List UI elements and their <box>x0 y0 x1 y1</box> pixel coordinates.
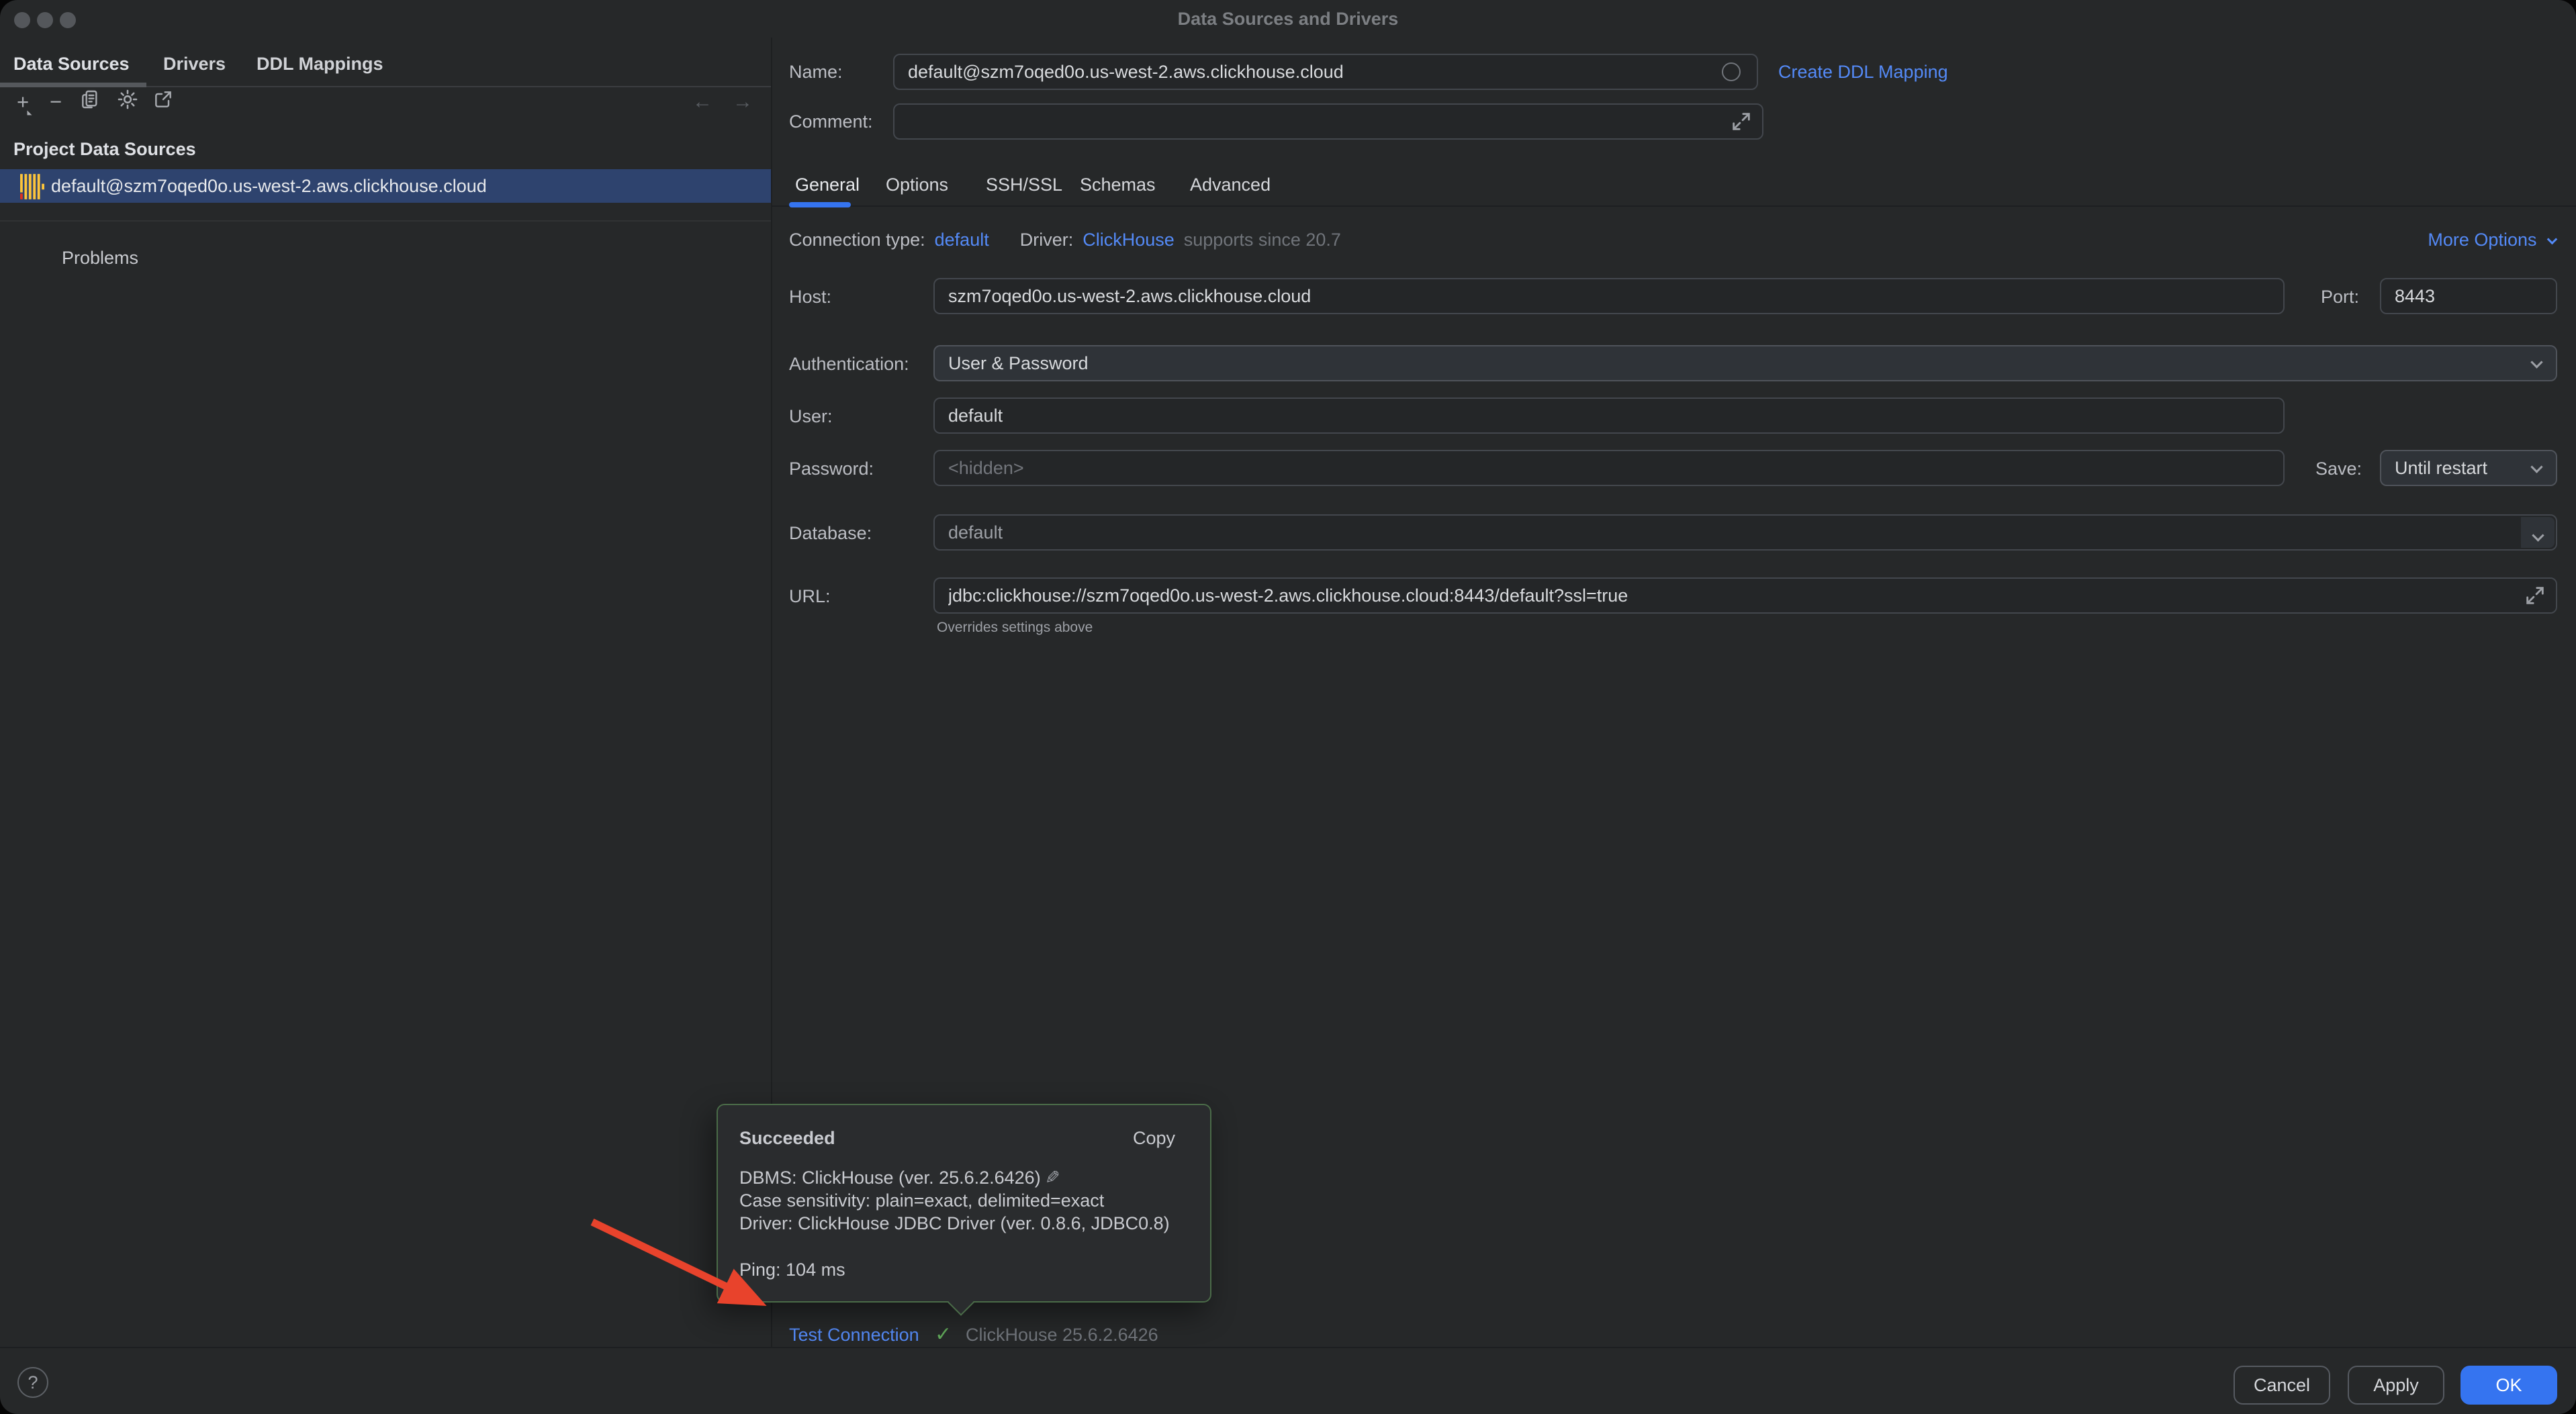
help-icon: ? <box>28 1372 38 1393</box>
connection-type-value-link[interactable]: default <box>935 228 989 252</box>
edit-pencil-icon[interactable]: ✎ <box>1045 1166 1060 1189</box>
comment-input[interactable] <box>893 103 1763 140</box>
url-label: URL: <box>789 584 831 608</box>
test-connection-link[interactable]: Test Connection <box>789 1320 919 1350</box>
help-button[interactable]: ? <box>17 1367 48 1398</box>
project-data-sources-heading: Project Data Sources <box>13 137 196 161</box>
datasource-row[interactable]: default@szm7oqed0o.us-west-2.aws.clickho… <box>0 169 771 203</box>
minus-icon: − <box>50 90 62 114</box>
driver-value-link[interactable]: ClickHouse <box>1083 228 1175 252</box>
password-input[interactable] <box>933 450 2285 486</box>
window-title: Data Sources and Drivers <box>0 7 2576 31</box>
authentication-select[interactable]: User & Password <box>933 345 2557 381</box>
gear-icon <box>116 88 139 116</box>
chevron-down-icon <box>2547 234 2558 245</box>
name-input[interactable] <box>893 54 1758 90</box>
chevron-down-icon <box>2530 461 2542 473</box>
settings-button[interactable] <box>115 89 140 115</box>
chevron-down-icon <box>2530 356 2542 368</box>
footer-divider <box>0 1347 2576 1348</box>
problems-node[interactable]: Problems <box>62 246 138 270</box>
tab-general[interactable]: General <box>795 172 860 197</box>
cancel-button[interactable]: Cancel <box>2234 1366 2330 1405</box>
main-tabs-divider <box>772 205 2576 207</box>
url-expand-icon[interactable] <box>2524 584 2546 607</box>
data-sources-dialog: Data Sources and Drivers Data Sources Dr… <box>0 0 2576 1414</box>
driver-support-note: supports since 20.7 <box>1184 228 1341 252</box>
more-options-link[interactable]: More Options <box>2428 228 2556 252</box>
left-panel-divider <box>0 220 771 222</box>
forward-button[interactable]: → <box>729 89 756 115</box>
database-combobox[interactable]: default <box>933 514 2557 551</box>
user-label: User: <box>789 404 833 428</box>
create-ddl-mapping-link[interactable]: Create DDL Mapping <box>1778 60 1948 84</box>
duplicate-icon <box>79 89 101 115</box>
popup-status: Succeeded <box>739 1127 835 1149</box>
chevron-down-icon <box>2532 529 2544 541</box>
password-label: Password: <box>789 457 874 481</box>
port-label: Port: <box>2321 285 2359 309</box>
save-value: Until restart <box>2395 458 2487 479</box>
datasource-color-icon[interactable] <box>1722 62 1741 81</box>
plus-dropdown-caret <box>28 106 32 115</box>
active-tab-indicator <box>0 83 146 87</box>
tab-drivers[interactable]: Drivers <box>163 51 226 77</box>
active-main-tab-underline <box>789 202 851 207</box>
popup-driver-line: Driver: ClickHouse JDBC Driver (ver. 0.8… <box>739 1212 1170 1235</box>
annotation-arrow <box>571 1203 786 1321</box>
duplicate-button[interactable] <box>77 89 103 115</box>
save-select[interactable]: Until restart <box>2380 450 2557 486</box>
back-arrow-icon: ← <box>692 91 712 113</box>
popup-case-line: Case sensitivity: plain=exact, delimited… <box>739 1189 1104 1212</box>
authentication-label: Authentication: <box>789 352 909 376</box>
popup-notch <box>948 1289 974 1316</box>
success-check-icon: ✓ <box>935 1320 952 1350</box>
tab-schemas[interactable]: Schemas <box>1080 172 1156 197</box>
back-button[interactable]: ← <box>689 89 716 115</box>
remove-data-source-button[interactable]: − <box>43 89 68 115</box>
popup-dbms-line: DBMS: ClickHouse (ver. 25.6.2.6426)✎ <box>739 1166 1060 1189</box>
comment-expand-icon[interactable] <box>1730 110 1753 133</box>
tab-advanced[interactable]: Advanced <box>1190 172 1271 197</box>
ok-button[interactable]: OK <box>2460 1366 2557 1405</box>
connection-type-row: Connection type: default Driver: ClickHo… <box>789 228 1341 252</box>
datasource-label: default@szm7oqed0o.us-west-2.aws.clickho… <box>51 176 487 197</box>
open-in-new-button[interactable] <box>150 89 176 115</box>
test-connection-status: ClickHouse 25.6.2.6426 <box>966 1320 1158 1350</box>
tab-data-sources[interactable]: Data Sources <box>13 51 130 77</box>
tab-options[interactable]: Options <box>886 172 948 197</box>
test-connection-popup: Succeeded Copy DBMS: ClickHouse (ver. 25… <box>717 1104 1211 1303</box>
host-label: Host: <box>789 285 831 309</box>
comment-label: Comment: <box>789 109 873 134</box>
url-note: Overrides settings above <box>937 619 1093 637</box>
forward-arrow-icon: → <box>733 91 753 113</box>
open-in-new-icon <box>152 89 174 115</box>
connection-type-label: Connection type: <box>789 228 925 252</box>
apply-button[interactable]: Apply <box>2348 1366 2444 1405</box>
database-label: Database: <box>789 521 872 545</box>
tab-ssh-ssl[interactable]: SSH/SSL <box>986 172 1062 197</box>
tab-ddl-mappings[interactable]: DDL Mappings <box>257 51 383 77</box>
url-input[interactable] <box>933 577 2557 614</box>
spacer <box>999 228 1011 252</box>
save-label: Save: <box>2315 457 2362 481</box>
popup-copy-link[interactable]: Copy <box>1133 1127 1175 1149</box>
user-input[interactable] <box>933 397 2285 434</box>
database-value: default <box>948 522 1003 543</box>
host-input[interactable] <box>933 278 2285 314</box>
port-input[interactable] <box>2380 278 2557 314</box>
name-label: Name: <box>789 60 843 84</box>
driver-label: Driver: <box>1020 228 1074 252</box>
authentication-value: User & Password <box>948 353 1089 374</box>
add-data-source-button[interactable]: + <box>10 89 36 115</box>
database-dropdown-button[interactable] <box>2521 517 2555 548</box>
